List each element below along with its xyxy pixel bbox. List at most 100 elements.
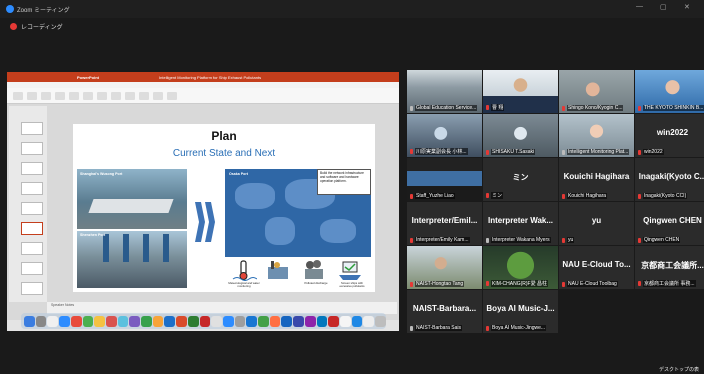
mic-muted-icon (638, 237, 641, 243)
keynote-icon[interactable] (164, 315, 176, 327)
app-icon[interactable] (246, 315, 258, 327)
participant-name: NAIST-Barbara... (412, 304, 477, 313)
app-icon[interactable] (351, 315, 363, 327)
chrome-icon[interactable] (70, 315, 82, 327)
facetime-icon[interactable] (141, 315, 152, 327)
participant-display-name: 曹 翔 (491, 104, 505, 111)
participant-label: 曹 翔 (486, 104, 556, 111)
mic-icon (562, 149, 565, 155)
close-button[interactable]: ✕ (684, 3, 690, 11)
recording-indicator[interactable]: レコーディング (0, 18, 704, 34)
podcasts-icon[interactable] (129, 315, 141, 327)
app-icon[interactable] (339, 315, 351, 327)
participant-label: THE KYOTO SHINKIN B... (638, 105, 704, 111)
mic-muted-icon (562, 237, 565, 243)
app-icon[interactable] (281, 315, 293, 327)
slide-thumbnail[interactable] (21, 162, 43, 175)
participant-display-name: SHISAKU T.Sasaki (491, 149, 536, 155)
participant-tile[interactable]: ミン ミン (483, 158, 558, 201)
participant-tile[interactable]: Inagaki(Kyoto C... Inagaki(Kyoto CCI) (635, 158, 704, 201)
participant-name: Qingwen CHEN (643, 216, 702, 225)
participant-label: Shingo Kono/Kyogin C... (562, 105, 632, 111)
app-icon[interactable] (304, 315, 316, 327)
slide-thumbnail[interactable] (21, 262, 43, 275)
word-icon[interactable] (47, 315, 59, 327)
participant-tile[interactable]: Global Education Service... (407, 70, 482, 113)
safari-icon[interactable] (59, 315, 70, 327)
participant-tile[interactable]: SHISAKU T.Sasaki (483, 114, 558, 157)
participant-tile[interactable]: Boya AI Music-J... Boya AI Music-Jingwe..… (483, 290, 558, 333)
participant-tile[interactable]: NAIST-Hongtao Tang (407, 246, 482, 289)
calendar-icon[interactable] (105, 315, 117, 327)
app-name: PowerPoint (77, 74, 100, 80)
slide-thumbnail[interactable] (21, 142, 43, 155)
participant-display-name: Kouichi Hagihara (567, 193, 608, 199)
mic-muted-icon (486, 325, 489, 331)
finder-icon[interactable] (24, 315, 35, 327)
participant-tile[interactable]: KIM-CHANG(R)F愛 昌柱 (483, 246, 558, 289)
slide-thumbnails[interactable] (9, 106, 47, 302)
slide-thumbnail[interactable] (21, 282, 43, 295)
mic-muted-icon (486, 193, 489, 198)
mic-icon (486, 237, 489, 243)
window-title: Zoom ミーティング (17, 7, 70, 14)
arrow-icon (195, 202, 205, 242)
app-icon[interactable] (258, 315, 269, 327)
shenzhen-port-photo (77, 231, 187, 288)
messages-icon[interactable] (82, 315, 94, 327)
maximize-button[interactable]: ▢ (660, 3, 667, 11)
participant-tile[interactable]: THE KYOTO SHINKIN B... (635, 70, 704, 113)
participant-tile[interactable]: 曹 翔 (483, 70, 558, 113)
map-note: Build the network infrastructure and sof… (317, 169, 371, 195)
app-icon[interactable] (211, 315, 222, 327)
notes-icon[interactable] (94, 315, 105, 327)
participant-display-name: 川原実業副会長 小林... (415, 148, 468, 155)
participant-name: Interpreter Wak... (487, 216, 554, 225)
minimize-button[interactable]: — (636, 3, 643, 10)
app-icon[interactable] (269, 315, 281, 327)
participant-display-name: NAIST-Hongtao Tang (415, 281, 465, 287)
participant-tile[interactable]: 川原実業副会長 小林... (407, 114, 482, 157)
participant-tile[interactable]: yu yu (559, 202, 634, 245)
powerpoint-icon[interactable] (176, 315, 187, 327)
slide-thumbnail[interactable] (21, 242, 43, 255)
trash-icon[interactable] (375, 315, 386, 327)
participant-tile[interactable]: Shingo Kono/Kyogin C... (559, 70, 634, 113)
slide-thumbnail[interactable] (21, 202, 43, 215)
excel-icon[interactable] (187, 315, 199, 327)
shared-screen: PowerPoint Intelligent Monitoring Platfo… (7, 72, 399, 331)
slide-thumbnail[interactable] (21, 122, 43, 135)
participant-display-name: Staff_Yuzhe Liao (415, 193, 455, 199)
participant-tile[interactable]: Kouichi Hagihara Kouichi Hagihara (559, 158, 634, 201)
participant-display-name: Shingo Kono/Kyogin C... (567, 105, 624, 111)
maps-icon[interactable] (117, 315, 129, 327)
app-icon[interactable] (316, 315, 328, 327)
slide-thumbnail-selected[interactable] (21, 222, 43, 235)
participant-tile[interactable]: win2022 win2022 (635, 114, 704, 157)
participant-display-name: THE KYOTO SHINKIN B... (643, 105, 704, 111)
slide-subtitle: Current State and Next (172, 148, 276, 159)
slide-thumbnail[interactable] (21, 182, 43, 195)
desktop-label[interactable]: デスクトップの表 (659, 366, 699, 373)
participant-label: Staff_Yuzhe Liao (410, 193, 480, 199)
participant-tile[interactable]: NAIST-Barbara... NAIST-Barbara Sais (407, 290, 482, 333)
settings-icon[interactable] (234, 315, 246, 327)
participant-tile[interactable]: Interpreter Wak... Interpreter Wakana Mye… (483, 202, 558, 245)
app-icon[interactable] (328, 315, 339, 327)
participant-name: win2022 (656, 128, 689, 137)
launchpad-icon[interactable] (35, 315, 47, 327)
mac-dock (21, 313, 386, 329)
pages-icon[interactable] (152, 315, 164, 327)
app-icon[interactable] (199, 315, 211, 327)
participant-label: SHISAKU T.Sasaki (486, 149, 556, 155)
participant-tile[interactable]: NAU E-Cloud To... NAU E-Cloud Toolbag (559, 246, 634, 289)
participant-tile[interactable]: 京都商工会議所... 京都商工会議所 事務... (635, 246, 704, 289)
pollution-icon (305, 260, 323, 279)
participant-tile[interactable]: Intelligent Monitoring Plat... (559, 114, 634, 157)
participant-tile[interactable]: Interpreter/Emil... Interpreter/Emily Kam… (407, 202, 482, 245)
downloads-icon[interactable] (363, 315, 375, 327)
app-icon[interactable] (293, 315, 304, 327)
participant-tile[interactable]: Qingwen CHEN Qingwen CHEN (635, 202, 704, 245)
participant-tile[interactable]: Staff_Yuzhe Liao (407, 158, 482, 201)
zoom-icon[interactable] (222, 315, 234, 327)
